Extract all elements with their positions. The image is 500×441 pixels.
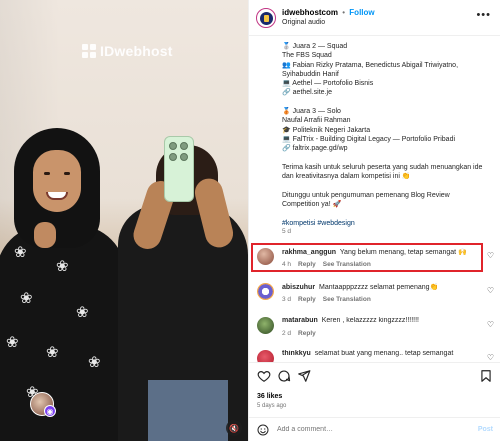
comment-body: Mantaapppzzzz selamat pemenang👏 <box>319 284 439 291</box>
comment-time: 3 d <box>282 296 292 303</box>
comment-body: Keren , kelazzzzz kingzzzz!!!!!!! <box>321 317 420 324</box>
idwebhost-logo-icon <box>82 44 96 58</box>
reply-button[interactable]: Reply <box>298 296 316 303</box>
audio-link[interactable]: Original audio <box>282 19 325 26</box>
post-panel: idwebhostcom • Follow Original audio •••… <box>248 0 500 441</box>
caption-time: 5 d <box>282 228 292 235</box>
see-translation-button[interactable]: See Translation <box>323 296 371 303</box>
heart-icon[interactable]: ♡ <box>487 251 494 260</box>
person-left-hand <box>34 222 56 248</box>
comment-body: selamat buat yang menang.. tetap semanga… <box>314 350 454 357</box>
commenter-avatar[interactable] <box>257 283 274 300</box>
person-left-face <box>33 150 81 212</box>
caption-link[interactable]: 🔗 faltrix.page.gd/wp <box>282 144 494 153</box>
caption-line: 🥉 Juara 3 — Solo <box>282 108 341 116</box>
heart-icon[interactable]: ♡ <box>487 320 494 329</box>
more-horizontal-icon[interactable]: ••• <box>476 9 491 21</box>
reel-badge-icon: ◉ <box>44 405 56 417</box>
add-comment-row: Post <box>249 417 500 441</box>
caption-line: 💻 Aethel — Portofolio Bisnis <box>282 80 374 88</box>
comment-item: abiszuhur Mantaapppzzzz selamat pemenang… <box>249 279 500 311</box>
share-icon[interactable] <box>297 369 311 383</box>
separator-dot: • <box>342 8 346 17</box>
emoji-icon[interactable] <box>257 424 269 436</box>
caption-line: 🎓 Politeknik Negeri Jakarta <box>282 126 371 134</box>
hashtags[interactable]: #kompetisi #webdesign <box>282 219 494 228</box>
comment-time: 2 d <box>282 330 292 337</box>
post-actions: 36 likes 5 days ago Post <box>249 362 500 441</box>
post-caption: 🥈 Juara 2 — Squad The FBS Squad 👥 Fabian… <box>282 42 494 228</box>
caption-line: The FBS Squad <box>282 52 332 60</box>
follow-button[interactable]: Follow <box>349 8 374 17</box>
watermark-text: IDwebhost <box>100 43 173 59</box>
comment-text: thinkkyu selamat buat yang menang.. teta… <box>282 350 482 357</box>
caption-line: 👥 Fabian Rizky Pratama, Benedictus Abiga… <box>282 61 459 69</box>
heart-icon[interactable] <box>257 369 271 383</box>
caption-line: Competition ya! 🚀 <box>282 201 342 209</box>
post-header: idwebhostcom • Follow Original audio ••• <box>249 0 500 36</box>
header-user-line: idwebhostcom • Follow <box>282 8 375 17</box>
caption-line: 🥈 Juara 2 — Squad <box>282 43 348 50</box>
comment-meta: 3 d Reply See Translation <box>282 296 371 303</box>
caption-line: dan kreativitasnya dalam kompetisi ini 👏 <box>282 173 411 181</box>
reply-button[interactable]: Reply <box>298 330 316 337</box>
person-right-jeans <box>148 380 228 441</box>
profile-avatar[interactable] <box>256 8 276 28</box>
post-button[interactable]: Post <box>478 426 493 433</box>
phone-held <box>164 136 194 202</box>
commenter-username[interactable]: abiszuhur <box>282 284 315 291</box>
comment-icon[interactable] <box>277 369 291 383</box>
caption-link[interactable]: 🔗 aethel.site.je <box>282 88 494 97</box>
comment-highlight-box <box>251 243 483 272</box>
commenter-avatar[interactable] <box>257 317 274 334</box>
commenter-username[interactable]: thinkkyu <box>282 350 311 357</box>
caption-line: Terima kasih untuk seluruh peserta yang … <box>282 163 483 171</box>
idwebhost-watermark: IDwebhost <box>82 43 173 59</box>
heart-icon[interactable]: ♡ <box>487 286 494 295</box>
post-date: 5 days ago <box>257 403 287 409</box>
heart-icon[interactable]: ♡ <box>487 353 494 362</box>
username-link[interactable]: idwebhostcom <box>282 8 338 17</box>
person-left-body: ❀ ❀ ❀ ❀ ❀ ❀ ❀ ❀ <box>0 225 126 441</box>
likes-count[interactable]: 36 likes <box>257 393 282 400</box>
comment-meta: 2 d Reply <box>282 330 316 337</box>
comment-text: matarabun Keren , kelazzzzz kingzzzz!!!!… <box>282 317 482 324</box>
caption-line: 💻 FalTrix - Building Digital Legacy — Po… <box>282 135 456 143</box>
muted-speaker-icon[interactable]: 🔇 <box>226 420 242 436</box>
commenter-username[interactable]: matarabun <box>282 317 318 324</box>
bookmark-icon[interactable] <box>479 369 493 383</box>
comment-text: abiszuhur Mantaapppzzzz selamat pemenang… <box>282 283 482 291</box>
caption-line: Ditunggu untuk pengumuman pemenang Blog … <box>282 191 450 199</box>
caption-line: Naufal Arrafii Rahman <box>282 117 351 125</box>
comment-item: matarabun Keren , kelazzzzz kingzzzz!!!!… <box>249 313 500 345</box>
add-comment-input[interactable] <box>277 426 457 433</box>
caption-line: Syihabuddin Hanif <box>282 70 339 78</box>
reel-video[interactable]: IDwebhost ❀ ❀ ❀ ❀ ❀ ❀ ❀ ❀ ◉ 🔇 <box>0 0 248 441</box>
